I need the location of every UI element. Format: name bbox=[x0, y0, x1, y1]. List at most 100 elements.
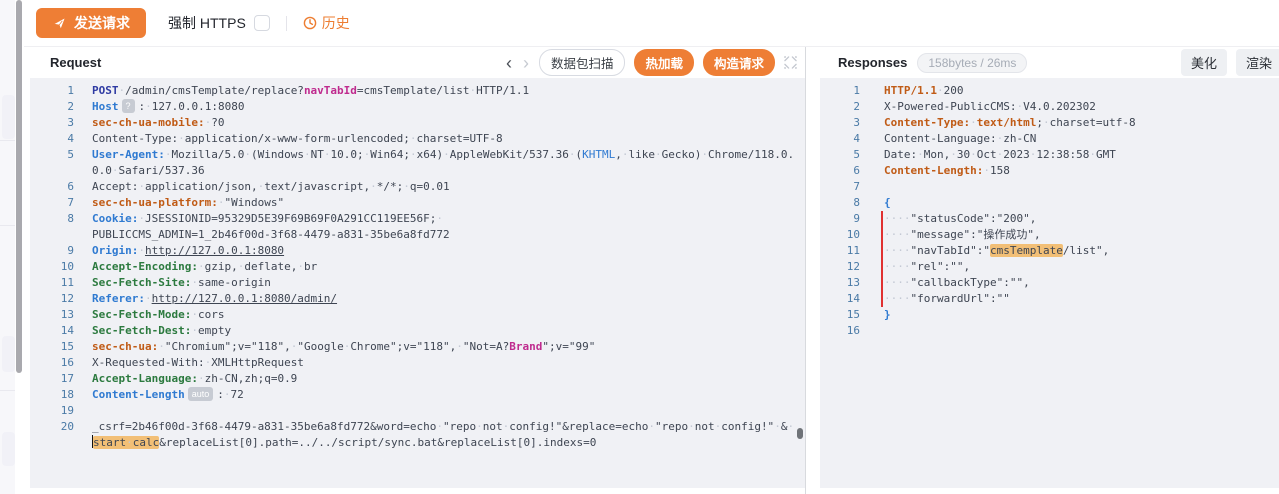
line-content: Content-Type:·application/x-www-form-url… bbox=[92, 131, 503, 147]
line-content: ····"callbackType":"", bbox=[884, 275, 1030, 291]
code-line: 4Content-Language:·zh-CN bbox=[820, 131, 1279, 147]
code-line: 11····"navTabId":"cmsTemplate/list", bbox=[820, 243, 1279, 259]
line-number: 10 bbox=[30, 259, 74, 275]
code-line: start·calc&replaceList[0].path=../../scr… bbox=[30, 435, 805, 451]
line-content: POST·/admin/cmsTemplate/replace?navTabId… bbox=[92, 83, 529, 99]
line-content: sec-ch-ua:·"Chromium";v="118",·"Google·C… bbox=[92, 339, 595, 355]
line-number: 4 bbox=[820, 131, 860, 147]
line-number: 16 bbox=[30, 355, 74, 371]
line-content: } bbox=[884, 307, 891, 323]
response-header-controls: 美化 渲染 bbox=[1181, 49, 1279, 76]
line-number: 3 bbox=[30, 115, 74, 131]
request-editor[interactable]: 1 POST·/admin/cmsTemplate/replace?navTabI… bbox=[30, 78, 805, 488]
request-scrollbar-thumb[interactable] bbox=[797, 428, 803, 439]
line-number: 7 bbox=[820, 179, 860, 195]
divider bbox=[0, 225, 15, 226]
send-request-label: 发送请求 bbox=[74, 13, 130, 33]
line-content: Sec-Fetch-Mode:·cors bbox=[92, 307, 224, 323]
left-sidebar-strip bbox=[0, 0, 15, 494]
code-line: 15 sec-ch-ua:·"Chromium";v="118",·"Google… bbox=[30, 339, 805, 355]
divider bbox=[0, 140, 15, 141]
code-line: 7 bbox=[820, 179, 1279, 195]
line-content: ····"rel":"", bbox=[884, 259, 970, 275]
line-content: Host?:·127.0.0.1:8080 bbox=[92, 99, 244, 115]
request-panel-header: Request ‹ › 数据包扫描 热加载 构造请求 bbox=[30, 47, 805, 78]
send-icon bbox=[52, 16, 67, 31]
force-https-checkbox[interactable] bbox=[254, 15, 270, 31]
line-content: Accept-Encoding:·gzip,·deflate,·br bbox=[92, 259, 317, 275]
line-content: Accept:·application/json,·text/javascrip… bbox=[92, 179, 450, 195]
line-content: 0.0·Safari/537.36 bbox=[92, 163, 205, 179]
line-number: 17 bbox=[30, 371, 74, 387]
tab-beautify[interactable]: 美化 bbox=[1181, 49, 1227, 76]
line-number: 7 bbox=[30, 195, 74, 211]
left-scrollbar-thumb[interactable] bbox=[16, 0, 22, 373]
line-content: PUBLICCMS_ADMIN=1_2b46f00d-3f68-4479-a83… bbox=[92, 227, 450, 243]
request-header-controls: ‹ › 数据包扫描 热加载 构造请求 bbox=[505, 49, 797, 76]
code-line: 20_csrf=2b46f00d-3f68-4479-a831-35be6a8f… bbox=[30, 419, 805, 435]
line-number: 14 bbox=[820, 291, 860, 307]
line-number: 15 bbox=[30, 339, 74, 355]
code-line: 9 ····"statusCode":"200", bbox=[820, 211, 1279, 227]
code-line: 10 ····"message":"操作成功", bbox=[820, 227, 1279, 243]
line-content: X-Requested-With:·XMLHttpRequest bbox=[92, 355, 304, 371]
tab-render[interactable]: 渲染 bbox=[1236, 49, 1279, 76]
code-line: 13Sec-Fetch-Mode:·cors bbox=[30, 307, 805, 323]
line-number: 10 bbox=[820, 227, 860, 243]
code-line: 15} bbox=[820, 307, 1279, 323]
response-panel-header: Responses 158bytes / 26ms 美化 渲染 bbox=[820, 47, 1279, 78]
code-line: 5 Date:·Mon,·30·Oct·2023·12:38:58·GMT bbox=[820, 147, 1279, 163]
hot-reload-button[interactable]: 热加载 bbox=[634, 49, 694, 76]
line-number: 1 bbox=[30, 83, 74, 99]
code-line: 0.0·Safari/537.36 bbox=[30, 163, 805, 179]
send-request-button[interactable]: 发送请求 bbox=[36, 8, 146, 38]
code-line: PUBLICCMS_ADMIN=1_2b46f00d-3f68-4479-a83… bbox=[30, 227, 805, 243]
code-line: 8Cookie:·JSESSIONID=95329D5E39F69B69F0A2… bbox=[30, 211, 805, 227]
line-number: 15 bbox=[820, 307, 860, 323]
expand-icon[interactable] bbox=[784, 56, 797, 69]
code-line: 12 ····"rel":"", bbox=[820, 259, 1279, 275]
code-line: 8{ bbox=[820, 195, 1279, 211]
line-content: Date:·Mon,·30·Oct·2023·12:38:58·GMT bbox=[884, 147, 1116, 163]
code-line: 14Sec-Fetch-Dest:·empty bbox=[30, 323, 805, 339]
line-number: 12 bbox=[820, 259, 860, 275]
code-line: 5User-Agent:·Mozilla/5.0·(Windows·NT·10.… bbox=[30, 147, 805, 163]
line-content: Sec-Fetch-Dest:·empty bbox=[92, 323, 231, 339]
line-number bbox=[30, 435, 74, 451]
divider bbox=[0, 390, 15, 391]
line-number: 2 bbox=[820, 99, 860, 115]
line-number: 2 bbox=[30, 99, 74, 115]
request-panel: Request ‹ › 数据包扫描 热加载 构造请求 1 POST·/admin/… bbox=[30, 47, 806, 494]
build-request-button[interactable]: 构造请求 bbox=[703, 49, 775, 76]
code-line: 10 Accept-Encoding:·gzip,·deflate,·br bbox=[30, 259, 805, 275]
line-content: Content-Length:·158 bbox=[884, 163, 1010, 179]
response-panel-title: Responses bbox=[838, 55, 907, 70]
code-line: 14····"forwardUrl":"" bbox=[820, 291, 1279, 307]
chevron-left-icon[interactable]: ‹ bbox=[505, 54, 513, 72]
code-line: 12Referer:·http://127.0.0.1:8080/admin/ bbox=[30, 291, 805, 307]
app-root: 发送请求 强制 HTTPS 历史 Request ‹ › 数据包扫描 热加载 构… bbox=[0, 0, 1279, 494]
line-content: ····"message":"操作成功", bbox=[884, 227, 1041, 243]
line-number: 18 bbox=[30, 387, 74, 403]
line-number: 5 bbox=[820, 147, 860, 163]
divider bbox=[286, 16, 287, 31]
line-content: Origin:·http://127.0.0.1:8080 bbox=[92, 243, 284, 259]
left-scrollbar[interactable] bbox=[16, 0, 23, 494]
line-number: 12 bbox=[30, 291, 74, 307]
code-line: 3sec-ch-ua-mobile:·?0 bbox=[30, 115, 805, 131]
code-line: 16 X-Requested-With:·XMLHttpRequest bbox=[30, 355, 805, 371]
line-content: ····"statusCode":"200", bbox=[884, 211, 1036, 227]
line-content: Accept-Language:·zh-CN,zh;q=0.9 bbox=[92, 371, 297, 387]
top-toolbar: 发送请求 强制 HTTPS 历史 bbox=[24, 0, 1279, 47]
request-panel-title: Request bbox=[50, 55, 101, 70]
code-line: 6Accept:·application/json,·text/javascri… bbox=[30, 179, 805, 195]
chevron-right-icon[interactable]: › bbox=[522, 54, 530, 72]
line-number: 19 bbox=[30, 403, 74, 419]
sidebar-item-ghost bbox=[2, 336, 15, 372]
code-line: 1HTTP/1.1·200 bbox=[820, 83, 1279, 99]
line-number: 9 bbox=[820, 211, 860, 227]
packet-scan-button[interactable]: 数据包扫描 bbox=[539, 49, 626, 76]
history-button[interactable]: 历史 bbox=[303, 13, 350, 33]
line-number: 11 bbox=[820, 243, 860, 259]
response-editor[interactable]: 1HTTP/1.1·2002X-Powered-PublicCMS:·V4.0.… bbox=[820, 78, 1279, 488]
